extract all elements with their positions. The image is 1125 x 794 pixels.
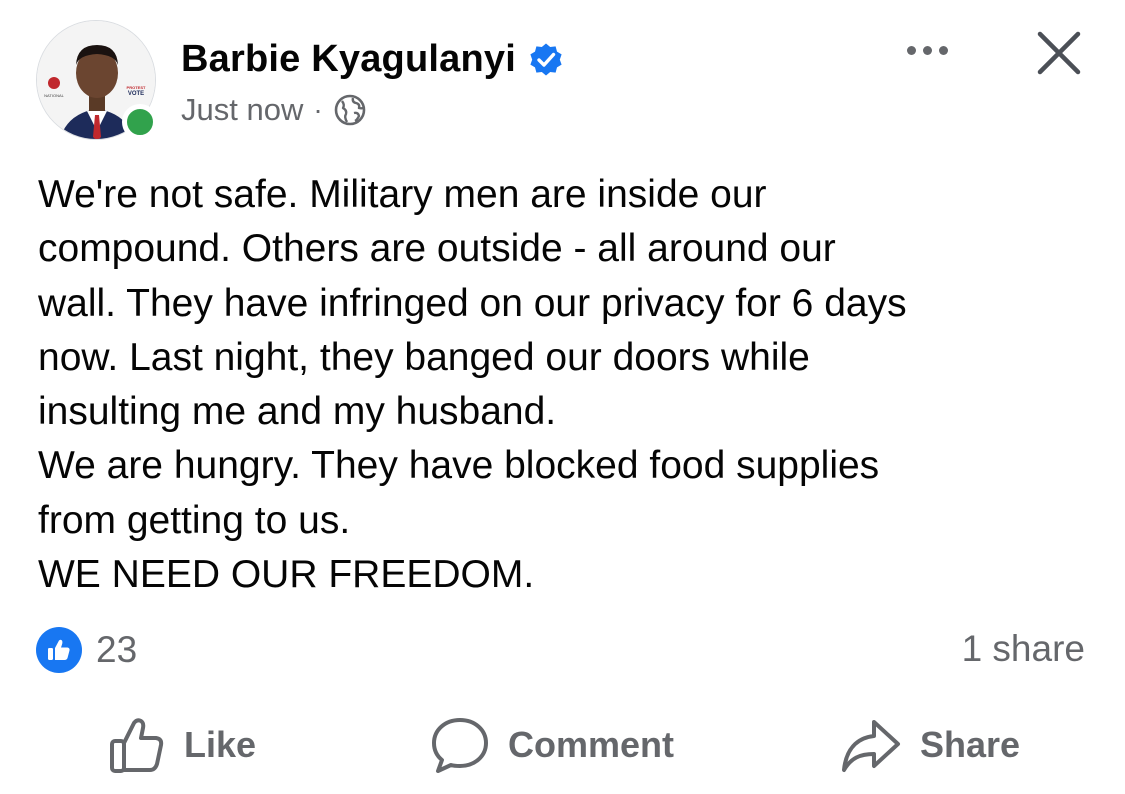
post-timestamp[interactable]: Just now <box>181 92 303 128</box>
comment-button[interactable]: Comment <box>430 710 674 780</box>
online-status-dot <box>122 104 158 140</box>
author-name[interactable]: Barbie Kyagulanyi <box>181 38 564 81</box>
more-dot-icon <box>922 45 932 55</box>
meta-separator: · <box>313 94 323 125</box>
share-count[interactable]: 1 share <box>962 628 1085 670</box>
share-arrow-icon <box>842 720 900 772</box>
like-button[interactable]: Like <box>108 710 256 780</box>
post-text: We're not safe. Military men are inside … <box>38 173 907 597</box>
comment-label: Comment <box>508 724 675 765</box>
avatar-badge-protest: PROTEST <box>127 85 146 90</box>
avatar-badge-vote: VOTE <box>128 91 144 97</box>
action-bar: Like Comment Share <box>0 710 1125 780</box>
more-dot-icon <box>938 45 948 55</box>
author-name-text[interactable]: Barbie Kyagulanyi <box>181 38 516 81</box>
globe-icon[interactable] <box>333 93 367 127</box>
thumbs-up-outline-icon <box>110 718 164 773</box>
share-label: Share <box>920 724 1021 765</box>
share-button[interactable]: Share <box>840 710 1020 780</box>
author-avatar[interactable]: NATIONAL PROTEST VOTE <box>36 20 158 140</box>
post-meta: Just now · <box>181 92 367 128</box>
facebook-post: NATIONAL PROTEST VOTE Barbie Kyagulanyi … <box>0 0 1125 794</box>
reaction-count[interactable]: 23 <box>96 629 137 671</box>
comment-bubble-icon <box>432 718 488 773</box>
more-options-button[interactable] <box>897 30 957 70</box>
like-label: Like <box>184 724 257 765</box>
reactions-summary[interactable]: 23 <box>36 627 137 673</box>
more-dot-icon <box>906 45 916 55</box>
thumbs-up-icon <box>36 627 82 673</box>
verified-badge-icon <box>530 43 562 75</box>
close-icon[interactable] <box>1032 26 1086 80</box>
avatar-badge-national: NATIONAL <box>44 93 64 98</box>
